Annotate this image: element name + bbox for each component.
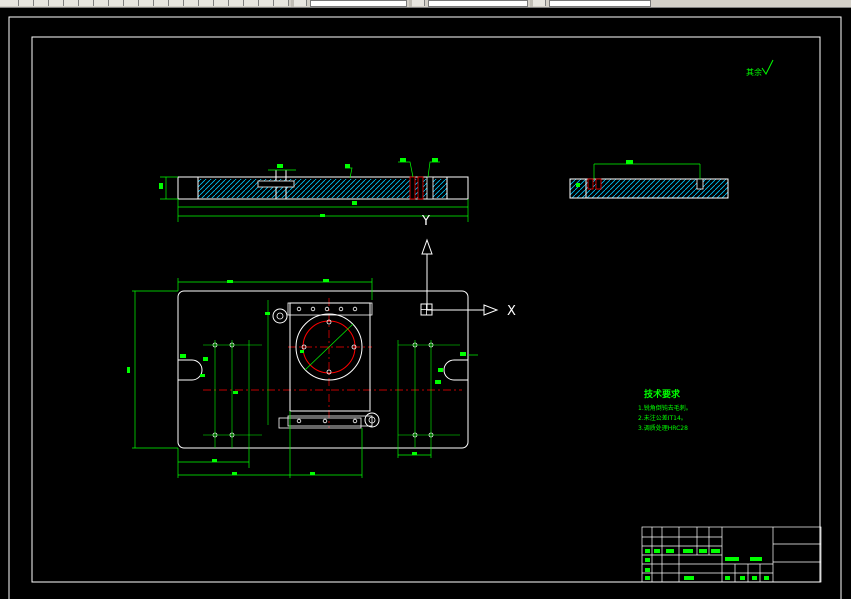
tech-note-3: 3.调质处理HRC28	[638, 424, 688, 432]
tech-note-1: 1.锐角倒钝去毛刺。	[638, 404, 692, 412]
roughness-note: 其余	[746, 67, 762, 77]
title-block-text	[645, 549, 769, 580]
tech-note-2: 2.未注公差IT14。	[638, 414, 687, 422]
ucs-y-label: Y	[421, 214, 430, 229]
ucs-icon	[420, 238, 499, 316]
front-section-view[interactable]	[159, 158, 469, 222]
title-block	[641, 526, 822, 583]
tech-notes-title: 技术要求	[644, 388, 681, 400]
side-section-view[interactable]	[569, 160, 729, 199]
side-section-outline	[569, 178, 729, 199]
sheet-outer-border	[8, 16, 842, 599]
drawing-canvas[interactable]: X Y 其余 技术要求 1.锐角倒钝去毛刺。 2.未注公差IT14。 3.调质处…	[0, 0, 851, 599]
top-plan-view[interactable]	[127, 278, 478, 478]
roughness-check-icon	[761, 59, 774, 75]
ucs-x-label: X	[507, 304, 516, 319]
